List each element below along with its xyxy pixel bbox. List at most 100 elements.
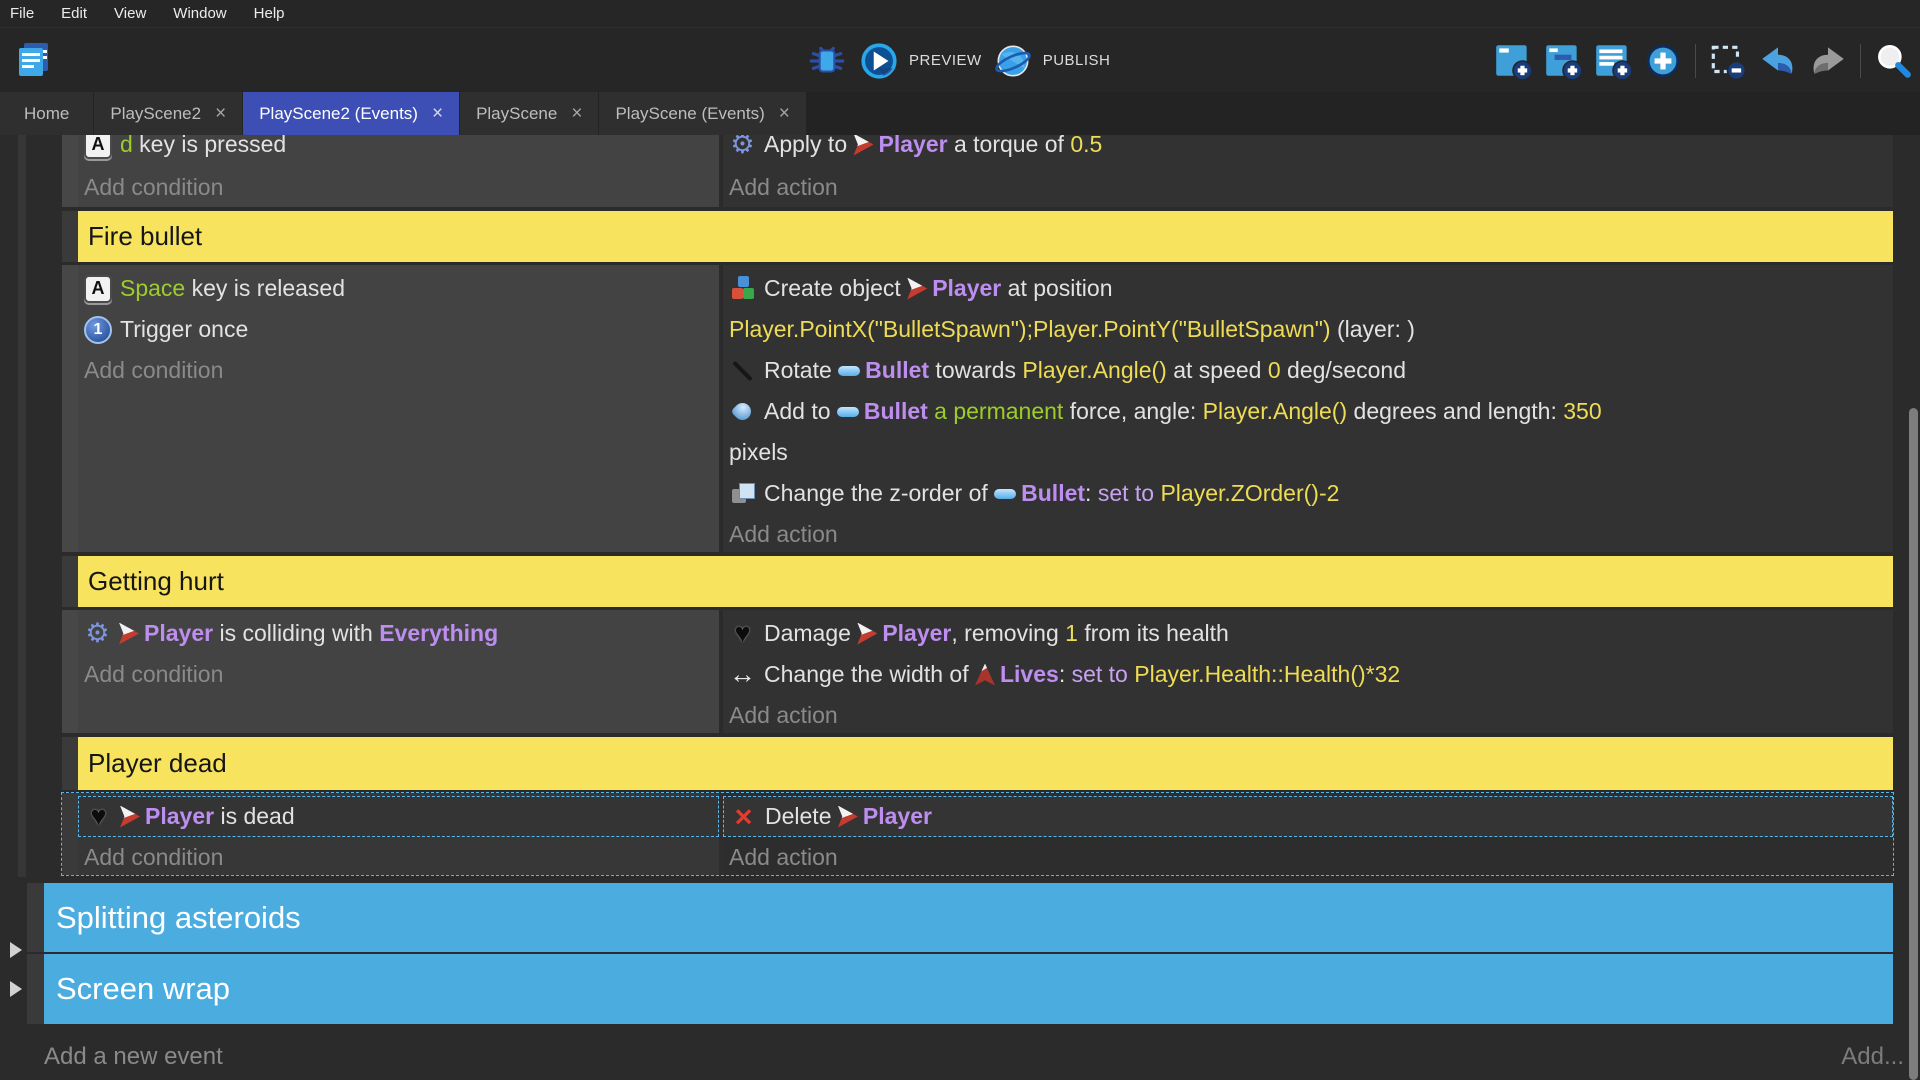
tab-playscene2-events[interactable]: PlayScene2 (Events) × — [243, 92, 460, 135]
event-drag-handle[interactable] — [27, 954, 44, 1024]
action-line[interactable]: Player.PointX("BulletSpawn");Player.Poin… — [723, 309, 1893, 350]
search-icon — [1872, 40, 1914, 82]
redo-icon — [1807, 40, 1849, 82]
event-drag-handle[interactable] — [62, 135, 78, 207]
event-drag-handle[interactable] — [62, 556, 78, 607]
token: Player — [882, 620, 951, 647]
token: : — [1059, 661, 1072, 688]
action-line[interactable]: pixels — [723, 432, 1893, 473]
debug-button[interactable] — [806, 40, 848, 82]
group-header-screen-wrap[interactable]: Screen wrap — [27, 954, 1893, 1024]
token: Player — [144, 620, 213, 647]
event-drag-handle[interactable] — [62, 793, 78, 875]
group-header-fire-bullet[interactable]: Fire bullet — [62, 211, 1893, 262]
action-line[interactable]: Add to Bullet a permanent force, angle: … — [723, 391, 1893, 432]
event-drag-handle[interactable] — [27, 883, 44, 952]
add-event-icon — [1492, 40, 1534, 82]
tab-playscene-events[interactable]: PlayScene (Events) × — [599, 92, 806, 135]
keyboard-icon: A — [84, 275, 112, 303]
action-line[interactable]: Change the z-order of Bullet: set to Pla… — [723, 473, 1893, 514]
condition-line[interactable]: ASpace key is released — [78, 268, 719, 309]
event-drag-handle[interactable] — [62, 610, 78, 733]
group-title: Getting hurt — [88, 566, 224, 597]
width-icon: ↔ — [729, 661, 756, 688]
event-drag-handle[interactable] — [62, 211, 78, 262]
undo-button[interactable] — [1757, 40, 1799, 82]
action-line[interactable]: ↔Change the width of Lives: set to Playe… — [723, 654, 1893, 695]
close-icon[interactable]: × — [779, 104, 790, 123]
expand-caret-icon[interactable] — [10, 942, 22, 958]
add-action[interactable]: Add action — [723, 166, 1893, 207]
event-row-selected[interactable]: ♥Player is dead Add condition ×Delete Pl… — [62, 793, 1893, 875]
token: Player.Angle() — [1203, 398, 1347, 425]
menu-window[interactable]: Window — [173, 5, 226, 22]
scrollbar-thumb[interactable] — [1909, 408, 1918, 1080]
token: pixels — [729, 439, 788, 466]
publish-label: PUBLISH — [1043, 52, 1111, 69]
deselect-button[interactable] — [1707, 40, 1749, 82]
menu-bar: File Edit View Window Help — [0, 0, 1920, 27]
action-line[interactable]: ⚙Apply to Player a torque of 0.5 — [723, 135, 1893, 166]
group-header-getting-hurt[interactable]: Getting hurt — [62, 556, 1893, 607]
add-condition[interactable]: Add condition — [78, 166, 719, 207]
add-condition[interactable]: Add condition — [78, 654, 719, 695]
publish-button[interactable]: PUBLISH — [992, 40, 1111, 82]
add-action[interactable]: Add action — [723, 695, 1893, 733]
close-icon[interactable]: × — [215, 104, 226, 123]
token: Player — [145, 803, 214, 830]
action-line[interactable]: Create object Player at position — [723, 268, 1893, 309]
event-drag-handle[interactable] — [62, 737, 78, 790]
action-line[interactable]: Rotate Bullet towards Player.Angle() at … — [723, 350, 1893, 391]
token: degrees and length: — [1347, 398, 1563, 425]
project-manager-button[interactable] — [12, 38, 56, 82]
add-action[interactable]: Add action — [723, 837, 1893, 875]
event-row[interactable]: ⚙Player is colliding with Everything Add… — [62, 610, 1893, 733]
add-new-event-button[interactable]: Add a new event — [44, 1043, 223, 1071]
condition-line[interactable]: Ad key is pressed — [78, 135, 719, 166]
close-icon[interactable]: × — [432, 104, 443, 123]
condition-line[interactable]: ♥Player is dead — [78, 796, 719, 837]
add-action[interactable]: Add action — [723, 514, 1893, 552]
add-subevent-icon — [1542, 40, 1584, 82]
add-condition[interactable]: Add condition — [78, 350, 719, 391]
tab-playscene2[interactable]: PlayScene2 × — [94, 92, 243, 135]
condition-line[interactable]: 1Trigger once — [78, 309, 719, 350]
group-header-splitting-asteroids[interactable]: Splitting asteroids — [27, 883, 1893, 952]
menu-help[interactable]: Help — [254, 5, 285, 22]
close-icon[interactable]: × — [571, 104, 582, 123]
undo-icon — [1757, 40, 1799, 82]
menu-edit[interactable]: Edit — [61, 5, 87, 22]
add-subevent-button[interactable] — [1542, 40, 1584, 82]
heart-icon: ♥ — [85, 803, 112, 830]
condition-line[interactable]: ⚙Player is colliding with Everything — [78, 613, 719, 654]
bullet-icon — [837, 407, 859, 417]
group-header-player-dead[interactable]: Player dead — [62, 737, 1893, 790]
add-condition[interactable]: Add condition — [78, 837, 719, 875]
event-row[interactable]: Ad key is pressed Add condition ⚙Apply t… — [62, 135, 1893, 207]
token: 0.5 — [1070, 135, 1102, 158]
toolbar-separator — [1695, 44, 1696, 78]
add-more-button[interactable]: Add... — [1841, 1043, 1904, 1071]
group-title: Fire bullet — [88, 221, 202, 252]
search-button[interactable] — [1872, 40, 1914, 82]
tab-playscene[interactable]: PlayScene × — [460, 92, 599, 135]
add-event-button[interactable] — [1492, 40, 1534, 82]
token: at speed — [1167, 357, 1268, 384]
token: force, angle: — [1063, 398, 1202, 425]
tab-home[interactable]: Home — [0, 92, 94, 135]
add-circle-button[interactable] — [1642, 40, 1684, 82]
action-line[interactable]: ×Delete Player — [723, 796, 1893, 837]
menu-file[interactable]: File — [10, 5, 34, 22]
preview-button[interactable]: PREVIEW — [858, 40, 982, 82]
add-comment-button[interactable] — [1592, 40, 1634, 82]
event-drag-handle[interactable] — [62, 265, 78, 552]
action-line[interactable]: ♥Damage Player, removing 1 from its heal… — [723, 613, 1893, 654]
player-icon — [119, 623, 139, 645]
event-row[interactable]: ASpace key is released1Trigger once Add … — [62, 265, 1893, 552]
physics-icon: ⚙ — [84, 620, 111, 647]
menu-view[interactable]: View — [114, 5, 146, 22]
preview-play-icon — [858, 40, 900, 82]
token: Apply to — [764, 135, 854, 158]
expand-caret-icon[interactable] — [10, 981, 22, 997]
redo-button[interactable] — [1807, 40, 1849, 82]
